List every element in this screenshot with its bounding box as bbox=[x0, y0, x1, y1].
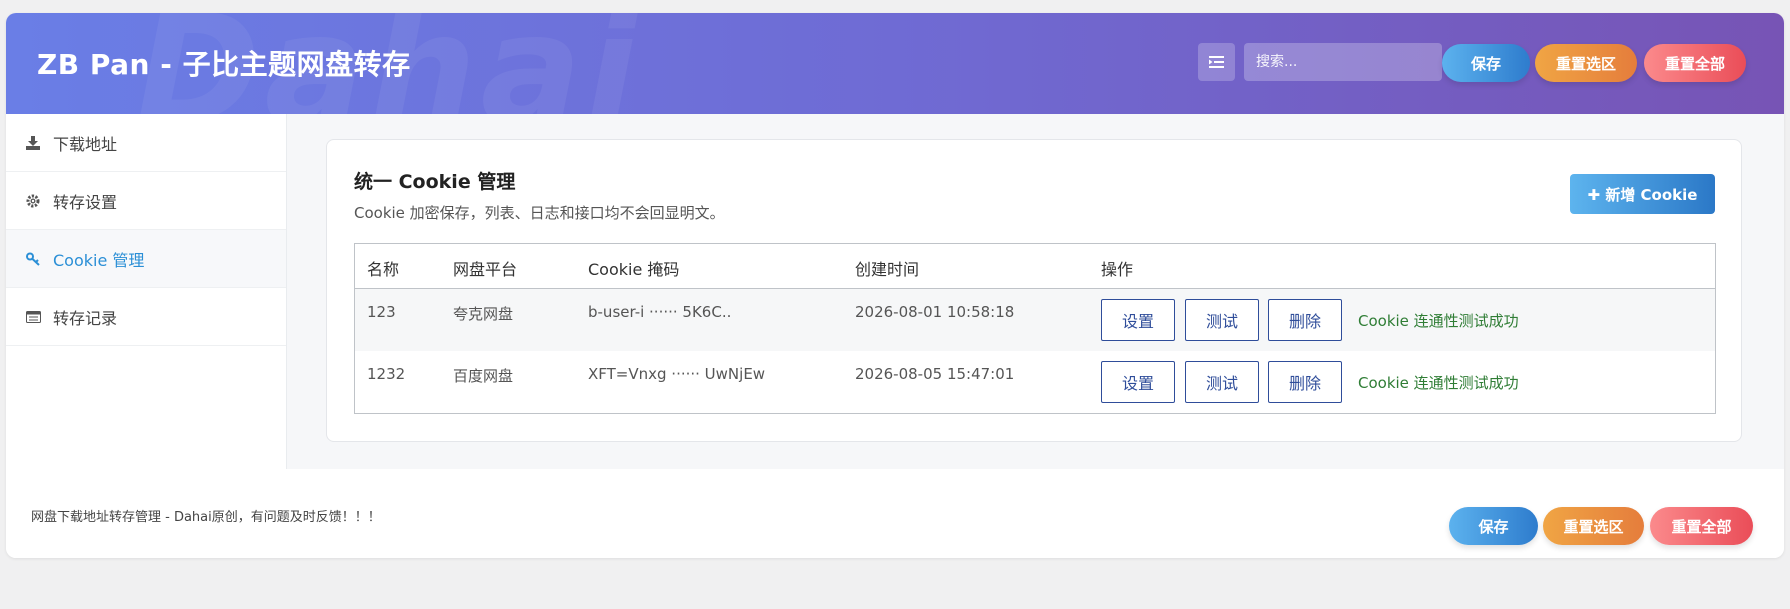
cookie-mask: XFT=Vnxg ······ UwNjEw bbox=[588, 365, 766, 383]
cookie-mask: b-user-i ······ 5K6C.. bbox=[588, 303, 732, 321]
column-header-actions: 操作 bbox=[1101, 260, 1134, 279]
cookie-delete-button[interactable]: 删除 bbox=[1268, 299, 1342, 341]
page-footer: 网盘下载地址转存管理 - Dahai原创，有问题及时反馈！！！ 保存 重置选区 … bbox=[6, 469, 1784, 558]
card-description: Cookie 加密保存，列表、日志和接口均不会回显明文。 bbox=[354, 204, 725, 222]
table-header-row: 名称 网盘平台 Cookie 掩码 创建时间 操作 bbox=[355, 244, 1715, 289]
cookie-test-status: Cookie 连通性测试成功 bbox=[1358, 374, 1519, 392]
footer-text: 网盘下载地址转存管理 - Dahai原创，有问题及时反馈！！！ bbox=[31, 510, 381, 525]
page-header: Dahai ZB Pan - 子比主题网盘转存 保存 重置选区 重置全部 bbox=[6, 13, 1784, 114]
menu-toggle-button[interactable] bbox=[1198, 43, 1235, 81]
cookie-name: 123 bbox=[367, 303, 396, 321]
cookie-platform: 百度网盘 bbox=[453, 367, 514, 385]
cookie-platform: 夸克网盘 bbox=[453, 305, 514, 323]
cookie-table: 名称 网盘平台 Cookie 掩码 创建时间 操作 123 夸克网盘 b-use… bbox=[354, 243, 1716, 414]
sidebar-item-transfer-settings[interactable]: 转存设置 bbox=[6, 172, 286, 230]
column-header-created-time: 创建时间 bbox=[855, 260, 920, 279]
sidebar-item-label: 转存记录 bbox=[53, 308, 118, 328]
sidebar-item-label: 转存设置 bbox=[53, 192, 118, 212]
footer-save-button[interactable]: 保存 bbox=[1449, 507, 1538, 545]
cookie-name: 1232 bbox=[367, 365, 406, 383]
main-content: 统一 Cookie 管理 Cookie 加密保存，列表、日志和接口均不会回显明文… bbox=[287, 114, 1784, 469]
header-reset-selection-button[interactable]: 重置选区 bbox=[1535, 44, 1637, 82]
add-cookie-button[interactable]: ✚ 新增 Cookie bbox=[1570, 174, 1715, 214]
cookie-settings-button[interactable]: 设置 bbox=[1101, 299, 1175, 341]
header-reset-all-button[interactable]: 重置全部 bbox=[1644, 44, 1746, 82]
list-icon bbox=[25, 309, 41, 325]
cookie-management-card: 统一 Cookie 管理 Cookie 加密保存，列表、日志和接口均不会回显明文… bbox=[326, 139, 1742, 442]
cookie-delete-button[interactable]: 删除 bbox=[1268, 361, 1342, 403]
footer-reset-selection-button[interactable]: 重置选区 bbox=[1543, 507, 1644, 545]
cookie-created-time: 2026-08-01 10:58:18 bbox=[855, 303, 1015, 321]
search-input[interactable] bbox=[1244, 43, 1442, 81]
sidebar-item-label: 下载地址 bbox=[53, 134, 118, 154]
sidebar-item-cookie-management[interactable]: Cookie 管理 bbox=[6, 230, 286, 288]
download-icon bbox=[25, 135, 41, 151]
column-header-name: 名称 bbox=[367, 260, 400, 279]
cookie-test-button[interactable]: 测试 bbox=[1185, 361, 1259, 403]
cookie-settings-button[interactable]: 设置 bbox=[1101, 361, 1175, 403]
cookie-test-status: Cookie 连通性测试成功 bbox=[1358, 312, 1519, 330]
footer-reset-all-button[interactable]: 重置全部 bbox=[1650, 507, 1753, 545]
table-row: 123 夸克网盘 b-user-i ······ 5K6C.. 2026-08-… bbox=[355, 289, 1715, 351]
sidebar-item-transfer-records[interactable]: 转存记录 bbox=[6, 288, 286, 346]
header-save-button[interactable]: 保存 bbox=[1442, 44, 1530, 82]
sidebar-item-label: Cookie 管理 bbox=[53, 250, 145, 270]
column-header-platform: 网盘平台 bbox=[453, 260, 518, 279]
app-title: ZB Pan - 子比主题网盘转存 bbox=[37, 48, 411, 81]
sidebar-item-download-address[interactable]: 下载地址 bbox=[6, 114, 286, 172]
gear-icon bbox=[25, 193, 41, 209]
cookie-test-button[interactable]: 测试 bbox=[1185, 299, 1259, 341]
main-panel: Dahai ZB Pan - 子比主题网盘转存 保存 重置选区 重置全部 下载地… bbox=[6, 13, 1784, 558]
sidebar: 下载地址 转存设置 Cookie 管理 转存记录 bbox=[6, 114, 287, 469]
key-icon bbox=[25, 251, 41, 267]
column-header-cookie-mask: Cookie 掩码 bbox=[588, 260, 680, 279]
table-row: 1232 百度网盘 XFT=Vnxg ······ UwNjEw 2026-08… bbox=[355, 351, 1715, 413]
menu-collapse-icon bbox=[1209, 56, 1224, 68]
card-title: 统一 Cookie 管理 bbox=[354, 171, 516, 193]
cookie-created-time: 2026-08-05 15:47:01 bbox=[855, 365, 1015, 383]
